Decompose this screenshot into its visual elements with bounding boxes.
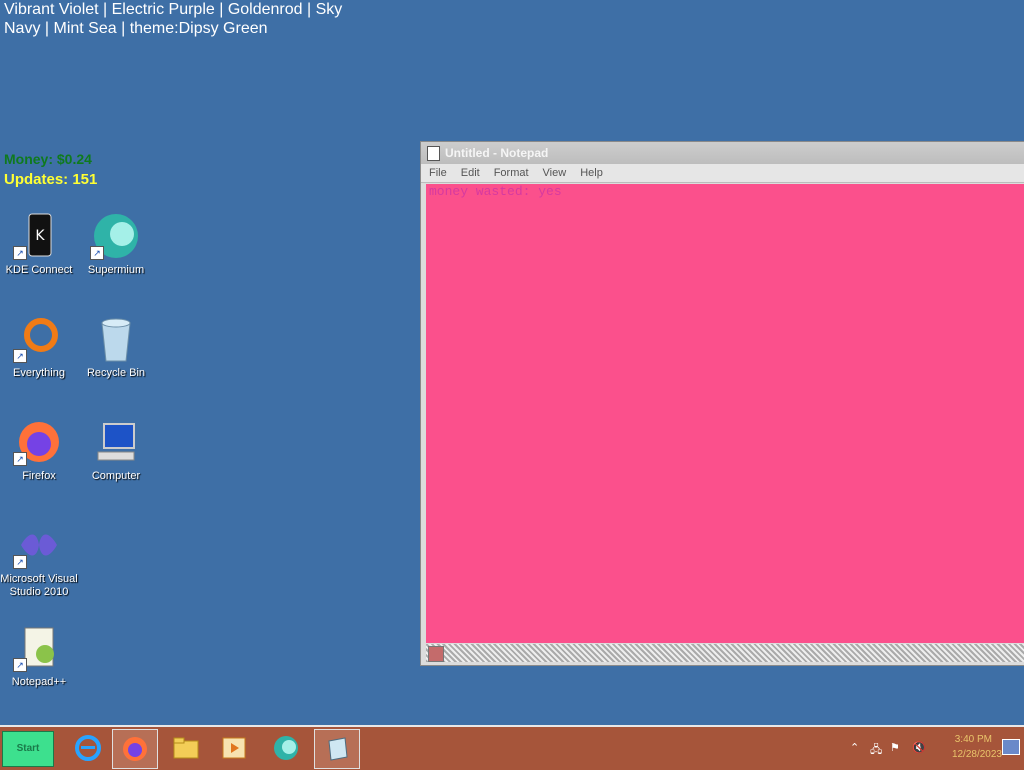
notepad-icon [427, 145, 440, 161]
desktop-icon-everything[interactable]: ↗ Everything [0, 315, 78, 380]
show-desktop-button[interactable] [1002, 739, 1020, 755]
notepad-plus-plus-icon: ↗ [13, 624, 63, 672]
theme-line-1: Vibrant Violet | Electric Purple | Golde… [4, 1, 343, 18]
desktop-icon-label: Supermium [87, 264, 145, 276]
taskbar-notepad[interactable] [314, 729, 360, 769]
supermium-icon: ↗ [90, 212, 140, 260]
kde-connect-icon: K ↗ [13, 212, 63, 260]
theme-overlay-text: Vibrant Violet | Electric Purple | Golde… [4, 0, 384, 38]
desktop-icon-label: Computer [91, 470, 141, 482]
start-button[interactable]: Start [2, 731, 54, 767]
clock-date[interactable]: 12/28/2023 [952, 749, 1002, 760]
desktop-icon-kde-connect[interactable]: K ↗ KDE Connect [0, 212, 78, 277]
window-title: Untitled - Notepad [445, 146, 549, 160]
svg-text:K: K [35, 228, 45, 244]
desktop-icon-label: KDE Connect [5, 264, 73, 276]
notepad-titlebar[interactable]: Untitled - Notepad [421, 142, 1024, 164]
taskbar: Start ⌃ 🖧 ⚑ 🔇 3:40 PM 12/28/2023 [0, 725, 1024, 770]
taskbar-file-explorer[interactable] [164, 729, 208, 767]
theme-line-2: Navy | Mint Sea | theme:Dipsy Green [4, 20, 268, 37]
desktop-icon-notepad-plus-plus[interactable]: ↗ Notepad++ [0, 624, 78, 689]
notepad-content: money wasted: yes [429, 184, 562, 199]
notepad-text-area[interactable]: money wasted: yes [426, 184, 1024, 643]
money-counter: Money: $0.24 [4, 151, 92, 167]
taskbar-supermium[interactable] [264, 729, 308, 767]
network-icon[interactable]: 🖧 [870, 741, 882, 760]
desktop-icon-visual-studio[interactable]: ↗ Microsoft Visual Studio 2010 [0, 521, 78, 599]
supermium-icon [274, 736, 298, 760]
recycle-bin-icon [92, 315, 140, 363]
desktop-icon-recycle-bin[interactable]: Recycle Bin [77, 315, 155, 380]
show-hidden-icons-icon[interactable]: ⌃ [850, 741, 859, 754]
firefox-icon: ↗ [13, 418, 63, 466]
computer-icon [92, 418, 140, 466]
notepad-menubar: File Edit Format View Help [421, 164, 1024, 183]
notepad-window[interactable]: Untitled - Notepad File Edit Format View… [420, 141, 1024, 666]
volume-muted-icon[interactable]: 🔇 [912, 741, 926, 754]
menu-file[interactable]: File [429, 167, 447, 179]
menu-view[interactable]: View [543, 167, 567, 179]
desktop-icon-label: Everything [13, 367, 65, 379]
desktop-icon-label: Notepad++ [11, 676, 67, 688]
horizontal-scrollbar[interactable] [426, 644, 1024, 662]
menu-format[interactable]: Format [494, 167, 529, 179]
taskbar-media-player[interactable] [212, 729, 256, 767]
everything-icon: ↗ [13, 315, 63, 363]
desktop-icon-label: Microsoft Visual Studio 2010 [0, 573, 78, 598]
system-tray: ⌃ 🖧 ⚑ 🔇 3:40 PM 12/28/2023 [844, 731, 1024, 767]
taskbar-internet-explorer[interactable] [66, 729, 110, 767]
media-player-icon [222, 737, 246, 759]
desktop-icon-label: Firefox [22, 470, 56, 482]
scroll-left-arrow-icon[interactable] [428, 646, 444, 662]
visual-studio-icon: ↗ [13, 521, 63, 569]
notepad-icon [328, 737, 348, 761]
firefox-icon [123, 737, 147, 761]
desktop-icon-firefox[interactable]: ↗ Firefox [0, 418, 78, 483]
desktop-icon-supermium[interactable]: ↗ Supermium [77, 212, 155, 277]
action-center-flag-icon[interactable]: ⚑ [890, 741, 900, 754]
taskbar-firefox[interactable] [112, 729, 158, 769]
desktop-icon-label: Recycle Bin [86, 367, 146, 379]
file-explorer-icon [173, 737, 199, 759]
desktop-icon-computer[interactable]: Computer [77, 418, 155, 483]
menu-edit[interactable]: Edit [461, 167, 480, 179]
updates-counter: Updates: 151 [4, 171, 98, 188]
internet-explorer-icon [75, 735, 101, 761]
clock-time[interactable]: 3:40 PM [955, 734, 992, 745]
menu-help[interactable]: Help [580, 167, 603, 179]
